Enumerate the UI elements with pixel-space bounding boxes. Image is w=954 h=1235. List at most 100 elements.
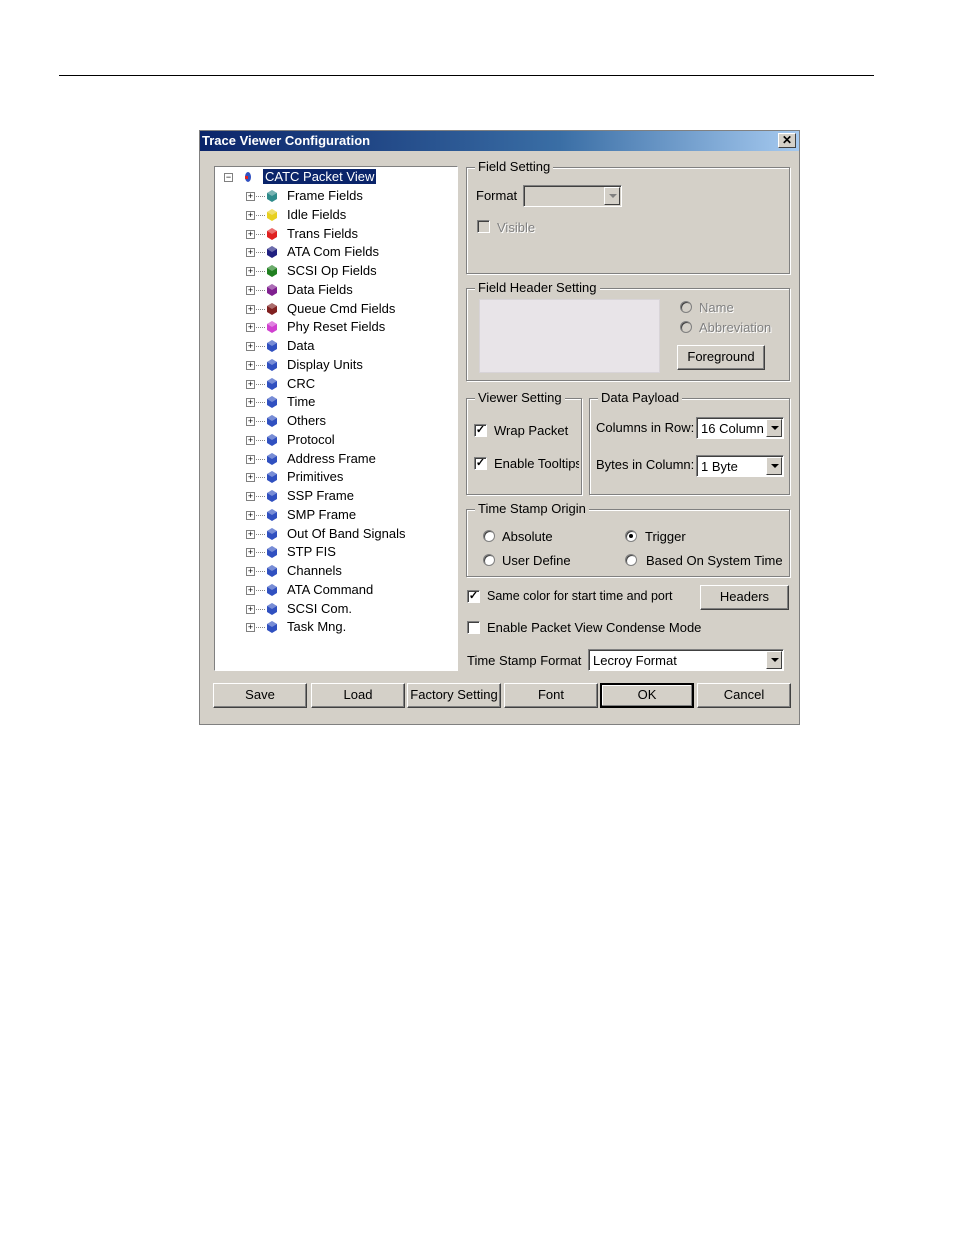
columns-in-row-select[interactable]: 16 Column	[696, 417, 784, 439]
expand-icon[interactable]: +	[246, 248, 255, 258]
visible-checkbox[interactable]	[477, 220, 490, 233]
tree-item-label[interactable]: Time	[285, 394, 317, 409]
tree-item[interactable]: + CRC	[215, 375, 455, 393]
expand-icon[interactable]: +	[246, 304, 255, 314]
tree-item-label[interactable]: ATA Command	[285, 582, 375, 597]
ok-button[interactable]: OK	[600, 683, 694, 708]
packet-view-tree[interactable]: − CATC Packet View + Frame Fields + Idle Fi…	[214, 166, 458, 671]
chevron-down-icon[interactable]	[766, 419, 782, 437]
tree-item[interactable]: + Channels	[215, 562, 455, 580]
headers-button[interactable]: Headers	[700, 585, 789, 610]
expand-icon[interactable]: +	[246, 398, 255, 408]
expand-icon[interactable]: +	[246, 567, 255, 576]
tree-item-label[interactable]: STP FIS	[285, 544, 338, 559]
tree-item-label[interactable]: SCSI Op Fields	[285, 263, 379, 278]
tree-item-label[interactable]: Others	[285, 413, 328, 428]
tree-item-label[interactable]: Task Mng.	[285, 619, 348, 634]
tree-item[interactable]: + Phy Reset Fields	[215, 318, 455, 336]
tree-item-label[interactable]: SMP Frame	[285, 507, 358, 522]
tree-item[interactable]: + Time	[215, 393, 455, 411]
expand-icon[interactable]: +	[246, 492, 255, 501]
same-color-checkbox[interactable]: ✓	[467, 590, 480, 603]
cancel-button[interactable]: Cancel	[697, 683, 791, 708]
expand-icon[interactable]: +	[246, 435, 255, 445]
tree-item-label[interactable]: SSP Frame	[285, 488, 356, 503]
foreground-button[interactable]: Foreground	[677, 345, 765, 370]
tree-item[interactable]: + Address Frame	[215, 450, 455, 468]
close-button[interactable]: ✕	[778, 133, 796, 148]
wrap-packet-checkbox[interactable]: ✓	[474, 424, 487, 437]
expand-icon[interactable]: +	[246, 342, 255, 351]
collapse-icon[interactable]: −	[224, 173, 233, 182]
tree-item[interactable]: + SCSI Op Fields	[215, 262, 455, 280]
tree-item-label[interactable]: CRC	[285, 376, 317, 391]
tree-item-label[interactable]: Out Of Band Signals	[285, 526, 408, 541]
tree-item-label[interactable]: SCSI Com.	[285, 601, 354, 616]
tree-item-label[interactable]: Data	[285, 338, 316, 353]
expand-icon[interactable]: +	[246, 417, 255, 426]
tree-item[interactable]: + Trans Fields	[215, 225, 455, 243]
expand-icon[interactable]: +	[246, 267, 255, 276]
tree-item[interactable]: + SCSI Com.	[215, 600, 455, 618]
chevron-down-icon[interactable]	[766, 457, 782, 475]
tree-item-label[interactable]: ATA Com Fields	[285, 244, 381, 259]
trigger-radio[interactable]	[625, 530, 637, 542]
format-select[interactable]	[523, 185, 622, 207]
tree-item-label[interactable]: Channels	[285, 563, 344, 578]
tree-item[interactable]: + SSP Frame	[215, 487, 455, 505]
expand-icon[interactable]: +	[246, 360, 255, 370]
tree-item-label[interactable]: Data Fields	[285, 282, 355, 297]
expand-icon[interactable]: +	[246, 229, 255, 239]
tree-item-label[interactable]: Frame Fields	[285, 188, 365, 203]
tree-root[interactable]: − CATC Packet View	[215, 168, 455, 186]
tree-item[interactable]: + Task Mng.	[215, 618, 455, 636]
tree-item[interactable]: + Protocol	[215, 431, 455, 449]
tree-item[interactable]: + ATA Command	[215, 581, 455, 599]
chevron-down-icon[interactable]	[604, 187, 620, 205]
tree-item-label[interactable]: Idle Fields	[285, 207, 348, 222]
tree-item[interactable]: + Data Fields	[215, 281, 455, 299]
expand-icon[interactable]: +	[246, 473, 255, 483]
expand-icon[interactable]: +	[246, 529, 255, 539]
expand-icon[interactable]: +	[246, 210, 255, 220]
name-radio[interactable]	[680, 301, 692, 313]
tree-item[interactable]: + Idle Fields	[215, 206, 455, 224]
tree-item[interactable]: + Display Units	[215, 356, 455, 374]
tree-item-label[interactable]: Queue Cmd Fields	[285, 301, 397, 316]
condense-mode-checkbox[interactable]	[467, 621, 480, 634]
tree-item-label[interactable]: Phy Reset Fields	[285, 319, 387, 334]
tree-item-label[interactable]: Trans Fields	[285, 226, 360, 241]
tree-item[interactable]: + Others	[215, 412, 455, 430]
font-button[interactable]: Font	[504, 683, 598, 708]
abbreviation-radio[interactable]	[680, 321, 692, 333]
expand-icon[interactable]: +	[246, 454, 255, 464]
factory-setting-button[interactable]: Factory Setting	[407, 683, 501, 708]
tree-item[interactable]: + Frame Fields	[215, 187, 455, 205]
expand-icon[interactable]: +	[246, 379, 255, 389]
tree-item-label[interactable]: Display Units	[285, 357, 365, 372]
bytes-in-column-select[interactable]: 1 Byte	[696, 455, 784, 477]
absolute-radio[interactable]	[483, 530, 495, 542]
tree-item-label[interactable]: Protocol	[285, 432, 337, 447]
expand-icon[interactable]: +	[246, 323, 255, 333]
expand-icon[interactable]: +	[246, 285, 255, 295]
load-button[interactable]: Load	[311, 683, 405, 708]
system-time-radio[interactable]	[625, 554, 637, 566]
tree-item[interactable]: + SMP Frame	[215, 506, 455, 524]
tree-item[interactable]: + Primitives	[215, 468, 455, 486]
expand-icon[interactable]: +	[246, 548, 255, 558]
chevron-down-icon[interactable]	[766, 651, 782, 669]
enable-tooltips-checkbox[interactable]: ✓	[474, 457, 487, 470]
tree-item[interactable]: + Queue Cmd Fields	[215, 300, 455, 318]
expand-icon[interactable]: +	[246, 510, 255, 520]
save-button[interactable]: Save	[213, 683, 307, 708]
expand-icon[interactable]: +	[246, 604, 255, 614]
user-define-radio[interactable]	[483, 554, 495, 566]
title-bar[interactable]: Trace Viewer Configuration ✕	[200, 131, 799, 151]
tree-item[interactable]: + ATA Com Fields	[215, 243, 455, 261]
tree-item[interactable]: + Data	[215, 337, 455, 355]
tree-root-label[interactable]: CATC Packet View	[263, 169, 377, 184]
tree-item[interactable]: + Out Of Band Signals	[215, 525, 455, 543]
expand-icon[interactable]: +	[246, 192, 255, 201]
time-stamp-format-select[interactable]: Lecroy Format	[588, 649, 784, 671]
